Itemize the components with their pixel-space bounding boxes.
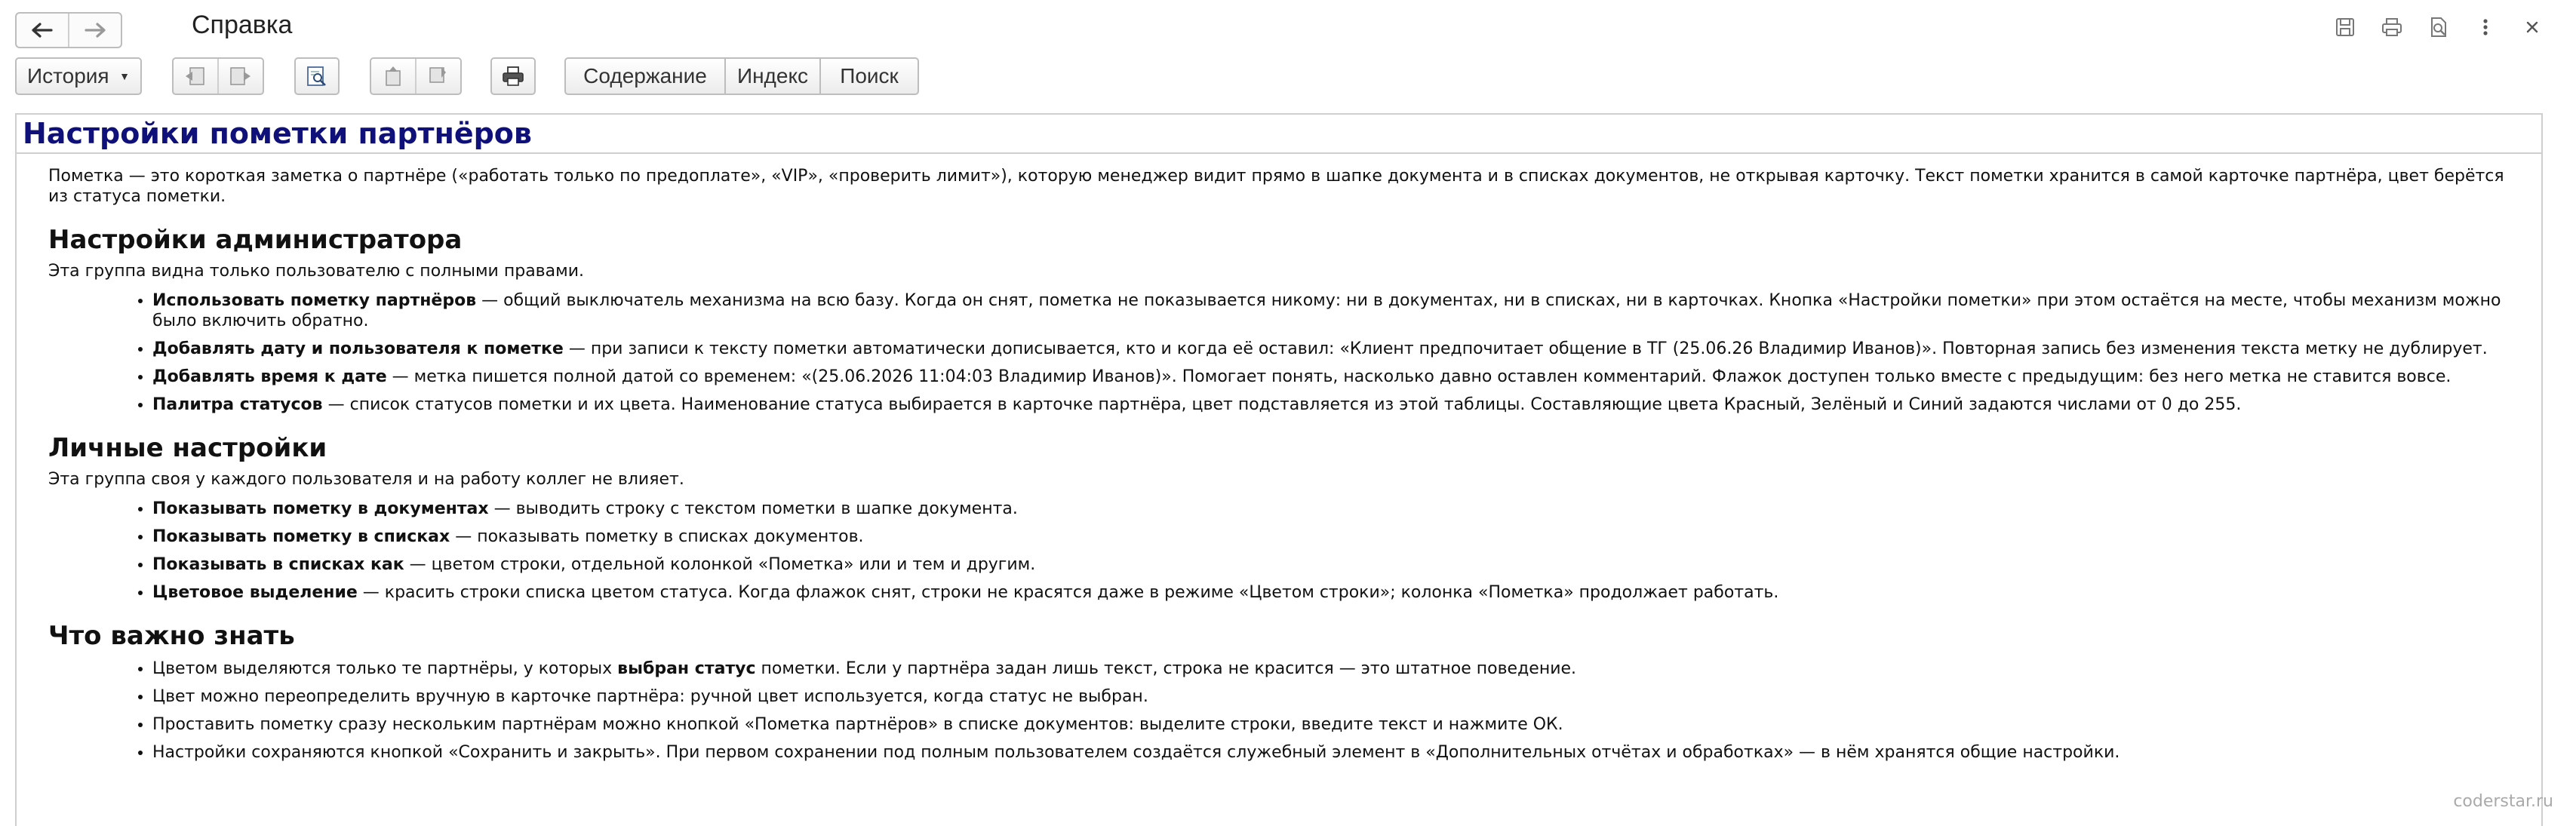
window-title: Справка [192, 11, 293, 39]
list-item: Показывать в списках как — цветом строки… [152, 554, 2525, 575]
watermark: coderstar.ru [2453, 792, 2553, 811]
item-text: — цветом строки, отдельной колонкой «Пом… [404, 555, 1036, 574]
window-controls [2332, 14, 2546, 41]
list-item: Цветом выделяются только те партнёры, у … [152, 659, 2525, 679]
item-term: Использовать пометку партнёров [152, 291, 477, 310]
section-list: Использовать пометку партнёров — общий в… [48, 290, 2525, 415]
chevron-down-icon: ▼ [119, 70, 130, 82]
section-desc: Эта группа видна только пользователю с п… [48, 262, 585, 281]
section-heading: Личные настройки [48, 433, 327, 463]
item-text: пометки. Если у партнёра задан лишь текс… [755, 659, 1577, 678]
section-desc: Эта группа своя у каждого пользователя и… [48, 470, 684, 489]
item-term: Показывать пометку в списках [152, 527, 450, 546]
item-term: Палитра статусов [152, 395, 323, 414]
printer-icon [503, 66, 524, 86]
section-list: Показывать пометку в документах — выводи… [48, 499, 2525, 603]
item-term: Показывать пометку в документах [152, 499, 489, 518]
item-term: Показывать в списках как [152, 555, 404, 574]
list-item: Показывать пометку в списках — показыват… [152, 527, 2525, 547]
topic-nav-group [172, 57, 264, 95]
child-topic-button[interactable] [415, 59, 460, 94]
list-item: Настройки сохраняются кнопкой «Сохранить… [152, 742, 2525, 763]
list-item: Палитра статусов — список статусов помет… [152, 395, 2525, 415]
list-item: Цветовое выделение — красить строки спис… [152, 582, 2525, 603]
doc-title-bar: Настройки пометки партнёров [17, 115, 2541, 154]
back-button[interactable] [17, 14, 68, 47]
close-window-button[interactable] [2519, 14, 2546, 41]
item-text: — при записи к тексту пометки автоматиче… [563, 339, 2488, 358]
arrow-left-icon [32, 23, 53, 38]
history-label: История [27, 64, 109, 88]
page-up-icon [386, 66, 401, 86]
prev-page-icon [186, 67, 204, 85]
list-item: Добавлять время к дате — метка пишется п… [152, 367, 2525, 387]
title-bar: Справка [0, 0, 2576, 56]
item-term: Добавлять дату и пользователя к пометке [152, 339, 564, 358]
more-menu-button[interactable] [2472, 14, 2499, 41]
tab-contents[interactable]: Содержание [566, 59, 724, 94]
item-text: — метка пишется полной датой со временем… [386, 367, 2452, 386]
help-window: Справка История ▼ Содержание Индекс Поис… [0, 0, 2576, 826]
doc-title: Настройки пометки партнёров [23, 117, 532, 150]
toolbar: История ▼ Содержание Индекс Поиск [0, 57, 2576, 103]
forward-button[interactable] [68, 14, 121, 47]
list-item: Добавлять дату и пользователя к пометке … [152, 339, 2525, 359]
item-term: Цветовое выделение [152, 583, 358, 602]
print-topic-button[interactable] [490, 57, 536, 95]
section-heading: Что важно знать [48, 621, 295, 651]
tab-index[interactable]: Индекс [724, 59, 819, 94]
item-pre: Цвет можно переопределить вручную в карт… [152, 687, 1148, 706]
page-search-icon [2431, 17, 2446, 37]
item-text: — красить строки списка цветом статуса. … [357, 583, 1779, 602]
item-term: Добавлять время к дате [152, 367, 387, 386]
printer-icon [2382, 18, 2402, 36]
page-search-icon [307, 66, 326, 86]
save-window-button[interactable] [2332, 14, 2359, 41]
tree-nav-group [370, 57, 462, 95]
item-text: — список статусов пометки и их цвета. На… [322, 395, 2242, 414]
item-pre: Настройки сохраняются кнопкой «Сохранить… [152, 743, 2120, 762]
list-item: Цвет можно переопределить вручную в карт… [152, 686, 2525, 707]
section-heading: Настройки администратора [48, 225, 463, 255]
floppy-disk-icon [2336, 18, 2354, 36]
item-pre: Проставить пометку сразу нескольким парт… [152, 715, 1563, 734]
find-in-topic-button[interactable] [294, 57, 340, 95]
parent-topic-button[interactable] [371, 59, 415, 94]
history-dropdown[interactable]: История ▼ [15, 57, 142, 95]
item-text: — выводить строку с текстом пометки в ша… [488, 499, 1018, 518]
doc-body: Пометка — это короткая заметка о партнёр… [17, 154, 2541, 763]
item-text: — показывать пометку в списках документо… [450, 527, 864, 546]
item-text: — общий выключатель механизма на всю баз… [152, 291, 2501, 330]
list-item: Проставить пометку сразу нескольким парт… [152, 714, 2525, 735]
prev-topic-button[interactable] [174, 59, 217, 94]
print-window-button[interactable] [2378, 14, 2405, 41]
help-mode-tabs: Содержание Индекс Поиск [564, 57, 919, 95]
item-pre: Цветом выделяются только те партнёры, у … [152, 659, 618, 678]
section-list: Цветом выделяются только те партнёры, у … [48, 659, 2525, 763]
close-icon [2526, 21, 2538, 33]
page-down-icon [429, 67, 446, 83]
list-item: Использовать пометку партнёров — общий в… [152, 290, 2525, 331]
list-item: Показывать пометку в документах — выводи… [152, 499, 2525, 519]
item-term: выбран статус [617, 659, 756, 678]
nav-buttons [15, 12, 122, 48]
next-page-icon [230, 67, 251, 85]
arrow-right-icon [85, 23, 106, 38]
tab-search[interactable]: Поиск [819, 59, 918, 94]
help-content: Настройки пометки партнёров Пометка — эт… [15, 113, 2543, 826]
preview-window-button[interactable] [2425, 14, 2452, 41]
doc-intro: Пометка — это короткая заметка о партнёр… [48, 167, 2504, 206]
more-vertical-icon [2483, 19, 2488, 35]
next-topic-button[interactable] [217, 59, 263, 94]
